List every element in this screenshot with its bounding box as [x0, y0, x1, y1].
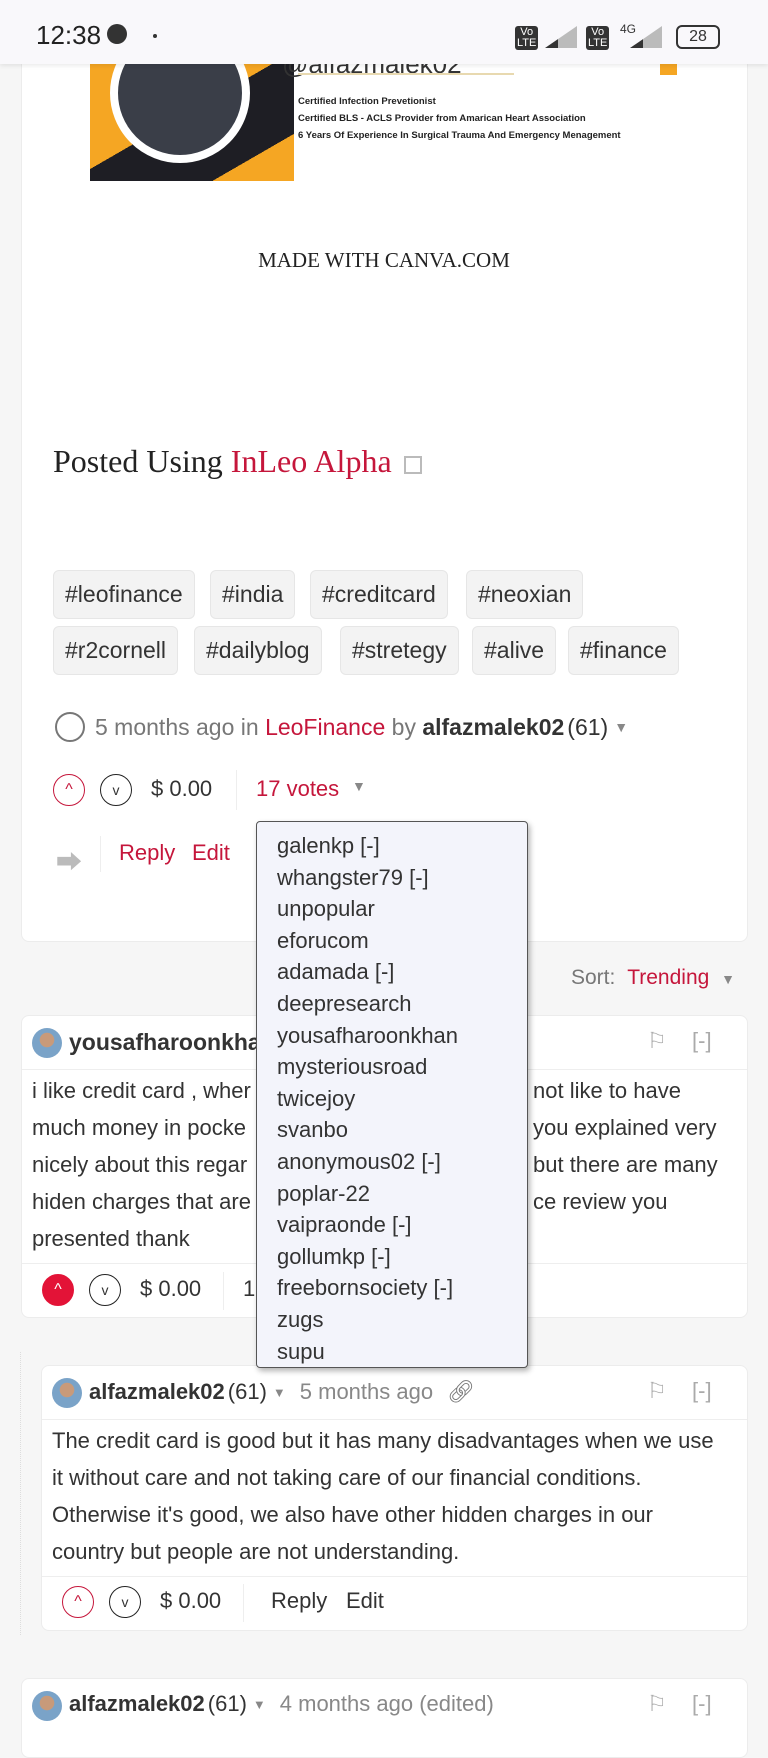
- collapse-button[interactable]: [-]: [692, 1028, 712, 1054]
- voter-item[interactable]: supu: [277, 1336, 527, 1368]
- tag[interactable]: #neoxian: [466, 570, 584, 619]
- external-link-icon: [403, 455, 422, 474]
- chevron-down-icon[interactable]: ▼: [614, 719, 628, 735]
- post-meta: 5 months ago in LeoFinance by alfazmalek…: [55, 712, 628, 742]
- comment-author[interactable]: yousafharoonkhan: [69, 1029, 275, 1056]
- upvote-button[interactable]: ^: [62, 1586, 94, 1618]
- chevron-down-icon[interactable]: ▼: [352, 778, 366, 794]
- app-notification-icon: [107, 24, 127, 44]
- collapse-button[interactable]: [-]: [692, 1378, 712, 1404]
- voter-item[interactable]: vaipraonde [-]: [277, 1209, 527, 1241]
- banner-handle: @alfazmalek02: [282, 63, 462, 79]
- voter-item[interactable]: twicejoy: [277, 1083, 527, 1115]
- volte-icon-2: Vo LTE: [586, 26, 610, 50]
- network-type: 4G: [620, 22, 637, 36]
- avatar[interactable]: [52, 1378, 82, 1408]
- flag-icon[interactable]: ⚐: [647, 1028, 667, 1054]
- comment-body: The credit card is good but it has many …: [52, 1428, 714, 1564]
- comment: alfazmalek02 (61) ▼ 5 months ago 🔗︎ ⚐ [-…: [41, 1365, 748, 1631]
- status-bar: 12:38 Vo LTE Vo LTE 4G 28: [0, 0, 768, 64]
- signal-icon: [545, 26, 577, 48]
- edit-button[interactable]: Edit: [192, 840, 230, 866]
- flag-icon[interactable]: ⚐: [647, 1378, 667, 1404]
- canva-credit: MADE WITH CANVA.COM: [258, 248, 510, 272]
- post-banner-image: @alfazmalek02 Certified Infection Prevet…: [90, 63, 677, 181]
- tag[interactable]: #creditcard: [310, 570, 448, 619]
- votes-button[interactable]: 17 votes: [256, 776, 339, 802]
- tag[interactable]: #india: [210, 570, 296, 619]
- banner-text: Certified Infection Prevetionist Certifie…: [298, 96, 621, 141]
- flag-icon[interactable]: ⚐: [647, 1691, 667, 1717]
- voter-item[interactable]: zugs: [277, 1304, 527, 1336]
- downvote-button[interactable]: v: [100, 774, 132, 806]
- tag[interactable]: #finance: [568, 626, 679, 675]
- avatar[interactable]: [32, 1691, 62, 1721]
- battery-icon: 28: [676, 25, 720, 49]
- thread-line: [20, 1352, 21, 1635]
- chevron-down-icon[interactable]: ▼: [253, 1697, 266, 1712]
- voter-item[interactable]: unpopular: [277, 893, 527, 925]
- upvote-button[interactable]: ^: [53, 774, 85, 806]
- voter-item[interactable]: adamada [-]: [277, 956, 527, 988]
- voter-item[interactable]: galenkp [-]: [277, 830, 527, 862]
- tag[interactable]: #stretegy: [340, 626, 459, 675]
- reply-button[interactable]: Reply: [271, 1588, 327, 1614]
- comment-time[interactable]: 4 months ago (edited): [280, 1691, 494, 1717]
- divider: [100, 836, 101, 872]
- inleo-link[interactable]: InLeo Alpha: [231, 443, 392, 479]
- clock-icon: [55, 712, 85, 742]
- comment-time[interactable]: 5 months ago: [300, 1379, 433, 1405]
- votes-button[interactable]: 1: [243, 1276, 255, 1302]
- comment-author[interactable]: alfazmalek02: [89, 1379, 225, 1405]
- chevron-down-icon[interactable]: ▼: [273, 1385, 286, 1400]
- comment-body-right: not like to have you explained very but th…: [533, 1078, 718, 1214]
- voter-item[interactable]: anonymous02 [-]: [277, 1146, 527, 1178]
- voter-item[interactable]: freebornsociety [-]: [277, 1272, 527, 1304]
- edit-button[interactable]: Edit: [346, 1588, 384, 1614]
- comment-body: i like credit card , wher much money in p…: [32, 1078, 251, 1251]
- sort-control[interactable]: Sort: Trending ▼: [571, 966, 735, 990]
- voter-item[interactable]: eforucom: [277, 925, 527, 957]
- downvote-button[interactable]: v: [89, 1274, 121, 1306]
- upvote-button[interactable]: ^: [42, 1274, 74, 1306]
- voter-item[interactable]: svanbo: [277, 1114, 527, 1146]
- votes-dropdown: galenkp [-] whangster79 [-] unpopular ef…: [256, 821, 528, 1368]
- chevron-down-icon[interactable]: ▼: [721, 971, 735, 987]
- reply-button[interactable]: Reply: [119, 840, 175, 866]
- reblog-icon[interactable]: ⮕: [56, 842, 82, 879]
- dot-icon: [153, 34, 157, 38]
- tag[interactable]: #leofinance: [53, 570, 195, 619]
- posted-using: Posted Using InLeo Alpha: [53, 443, 422, 480]
- volte-icon: Vo LTE: [515, 26, 539, 50]
- link-icon[interactable]: 🔗︎: [447, 1379, 475, 1405]
- collapse-button[interactable]: [-]: [692, 1691, 712, 1717]
- voter-item[interactable]: yousafharoonkhan: [277, 1020, 527, 1052]
- tag[interactable]: #r2cornell: [53, 626, 178, 675]
- community-link[interactable]: LeoFinance: [265, 714, 385, 741]
- tag[interactable]: #dailyblog: [194, 626, 322, 675]
- comment-author[interactable]: alfazmalek02: [69, 1691, 205, 1717]
- clock: 12:38: [36, 20, 102, 50]
- divider: [236, 770, 237, 810]
- voter-item[interactable]: deepresearch: [277, 988, 527, 1020]
- payout: $ 0.00: [160, 1588, 222, 1613]
- payout: $ 0.00: [140, 1276, 202, 1301]
- tag[interactable]: #alive: [472, 626, 557, 675]
- voter-item[interactable]: whangster79 [-]: [277, 862, 527, 894]
- payout: $ 0.00: [151, 776, 213, 801]
- voter-item[interactable]: poplar-22: [277, 1178, 527, 1210]
- comment: alfazmalek02 (61) ▼ 4 months ago (edited…: [21, 1678, 748, 1758]
- voter-item[interactable]: mysteriousroad: [277, 1051, 527, 1083]
- voter-item[interactable]: gollumkp [-]: [277, 1241, 527, 1273]
- avatar[interactable]: [32, 1028, 62, 1058]
- author-link[interactable]: alfazmalek02: [422, 714, 564, 741]
- downvote-button[interactable]: v: [109, 1586, 141, 1618]
